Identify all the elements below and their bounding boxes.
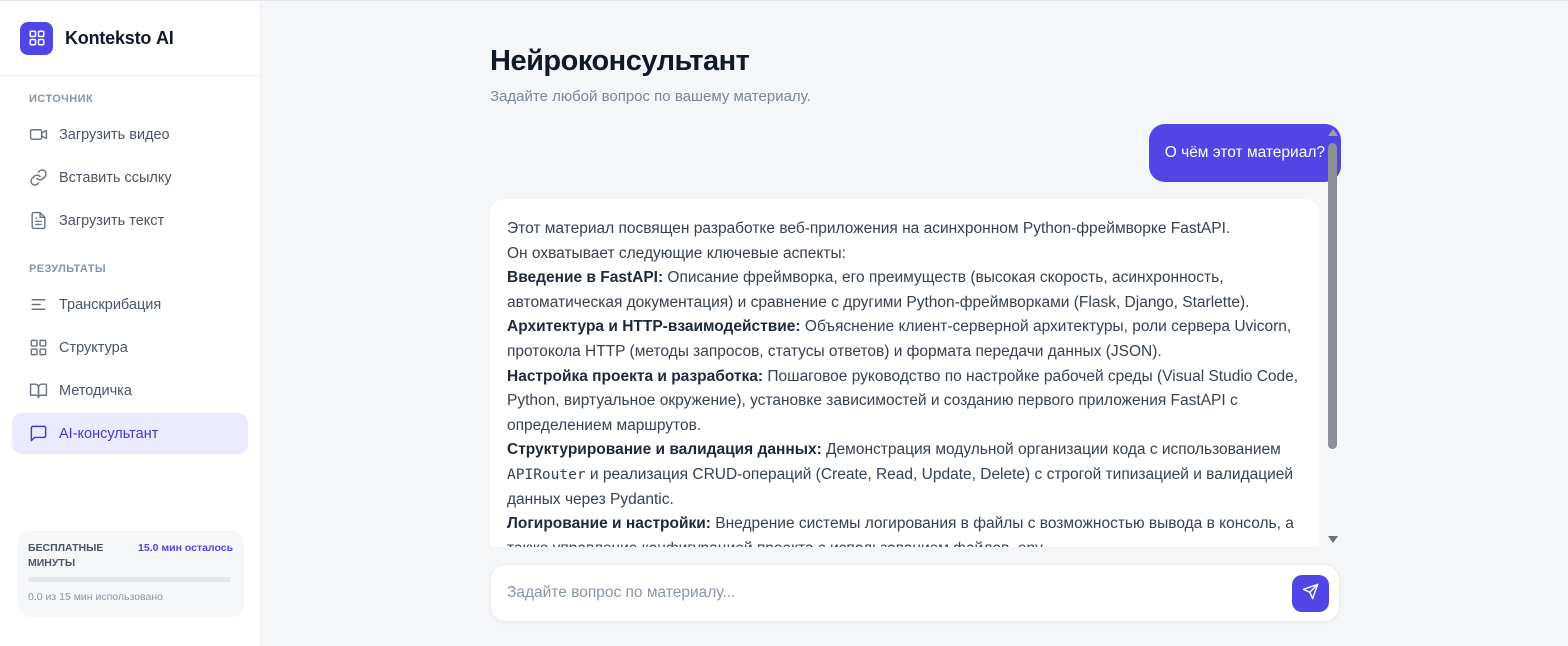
assistant-point: Логирование и настройки: Внедрение систе… (507, 512, 1302, 547)
sidebar-item-label: Загрузить видео (59, 126, 170, 143)
free-minutes-card: Бесплатные минуты 15.0 мин осталось 0.0 … (18, 531, 244, 617)
section-title-source: Источник (29, 93, 94, 105)
point-title: Введение в FastAPI: (507, 269, 664, 287)
sidebar: Kontekstо AI Источник Загрузить видео Вс… (0, 1, 261, 646)
assistant-point: Настройка проекта и разработка: Пошагово… (507, 365, 1302, 439)
page-subtitle: Задайте любой вопрос по вашему материалу… (490, 88, 811, 105)
free-minutes-label: Бесплатные минуты (28, 542, 104, 569)
message-square-icon (28, 424, 48, 444)
main-content: Нейроконсультант Задайте любой вопрос по… (261, 1, 1568, 646)
point-title: Архитектура и HTTP-взаимодействие: (507, 318, 801, 336)
assistant-intro: Он охватывает следующие ключевые аспекты… (507, 244, 846, 262)
align-left-icon (28, 295, 48, 315)
assistant-point: Введение в FastAPI: Описание фреймворка,… (507, 266, 1302, 315)
assistant-intro: Этот материал посвящен разработке веб-пр… (507, 220, 1231, 237)
point-title: Настройка проекта и разработка: (507, 367, 764, 385)
assistant-message: Этот материал посвящен разработке веб-пр… (490, 199, 1319, 547)
grid-icon (20, 21, 53, 55)
user-message: О чём этот материал? (1148, 124, 1341, 182)
brand-name: Kontekstо AI (65, 27, 174, 48)
question-input-bar (490, 564, 1340, 622)
assistant-point: Архитектура и HTTP-взаимодействие: Объяс… (507, 315, 1302, 364)
sidebar-item-label: Структура (59, 339, 128, 356)
scroll-thumb[interactable] (1328, 143, 1337, 449)
chat-messages[interactable]: О чём этот материал? Этот материал посвя… (490, 124, 1341, 547)
point-title: Логирование и настройки: (507, 515, 711, 533)
sidebar-item-structure[interactable]: Структура (12, 327, 248, 368)
sidebar-item-ai-consultant[interactable]: AI-консультант (12, 413, 248, 454)
send-icon (1302, 583, 1319, 605)
app-window: Kontekstо AI Источник Загрузить видео Вс… (0, 0, 1568, 646)
brand[interactable]: Kontekstо AI (0, 1, 260, 76)
minutes-used: 0.0 из 15 мин использовано (28, 591, 163, 603)
sidebar-item-label: Вставить ссылку (59, 169, 172, 186)
send-button[interactable] (1292, 575, 1329, 612)
grid-icon (28, 338, 48, 358)
question-input[interactable] (507, 565, 1267, 621)
sidebar-item-label: AI-консультант (59, 425, 159, 442)
sidebar-item-upload-text[interactable]: Загрузить текст (12, 200, 248, 241)
minutes-progress-bar (28, 577, 231, 582)
scroll-up-arrow-icon[interactable] (1328, 129, 1338, 136)
sidebar-item-manual[interactable]: Методичка (12, 370, 248, 411)
minutes-remaining: 15.0 мин осталось (138, 542, 234, 554)
book-icon (28, 381, 48, 401)
page-title: Нейроконсультант (490, 45, 750, 77)
sidebar-item-label: Транскрибация (59, 296, 162, 313)
point-text: Демонстрация модульной организации кода … (821, 441, 1281, 459)
point-title: Структурирование и валидация данных: (507, 441, 822, 459)
scroll-down-arrow-icon[interactable] (1328, 536, 1338, 543)
file-text-icon (28, 211, 48, 231)
chat-scrollbar[interactable] (1326, 127, 1340, 545)
point-text: и реализация CRUD-операций (Create, Read… (507, 465, 1294, 508)
sidebar-item-label: Методичка (59, 382, 132, 399)
inline-code: APIRouter (507, 466, 586, 483)
section-title-results: Результаты (29, 263, 106, 275)
sidebar-item-transcription[interactable]: Транскрибация (12, 284, 248, 325)
sidebar-item-label: Загрузить текст (59, 212, 165, 229)
assistant-point: Структурирование и валидация данных: Дем… (507, 438, 1302, 512)
video-icon (28, 125, 48, 145)
sidebar-item-upload-video[interactable]: Загрузить видео (12, 114, 248, 155)
sidebar-item-insert-link[interactable]: Вставить ссылку (12, 157, 248, 198)
link-icon (28, 168, 48, 188)
